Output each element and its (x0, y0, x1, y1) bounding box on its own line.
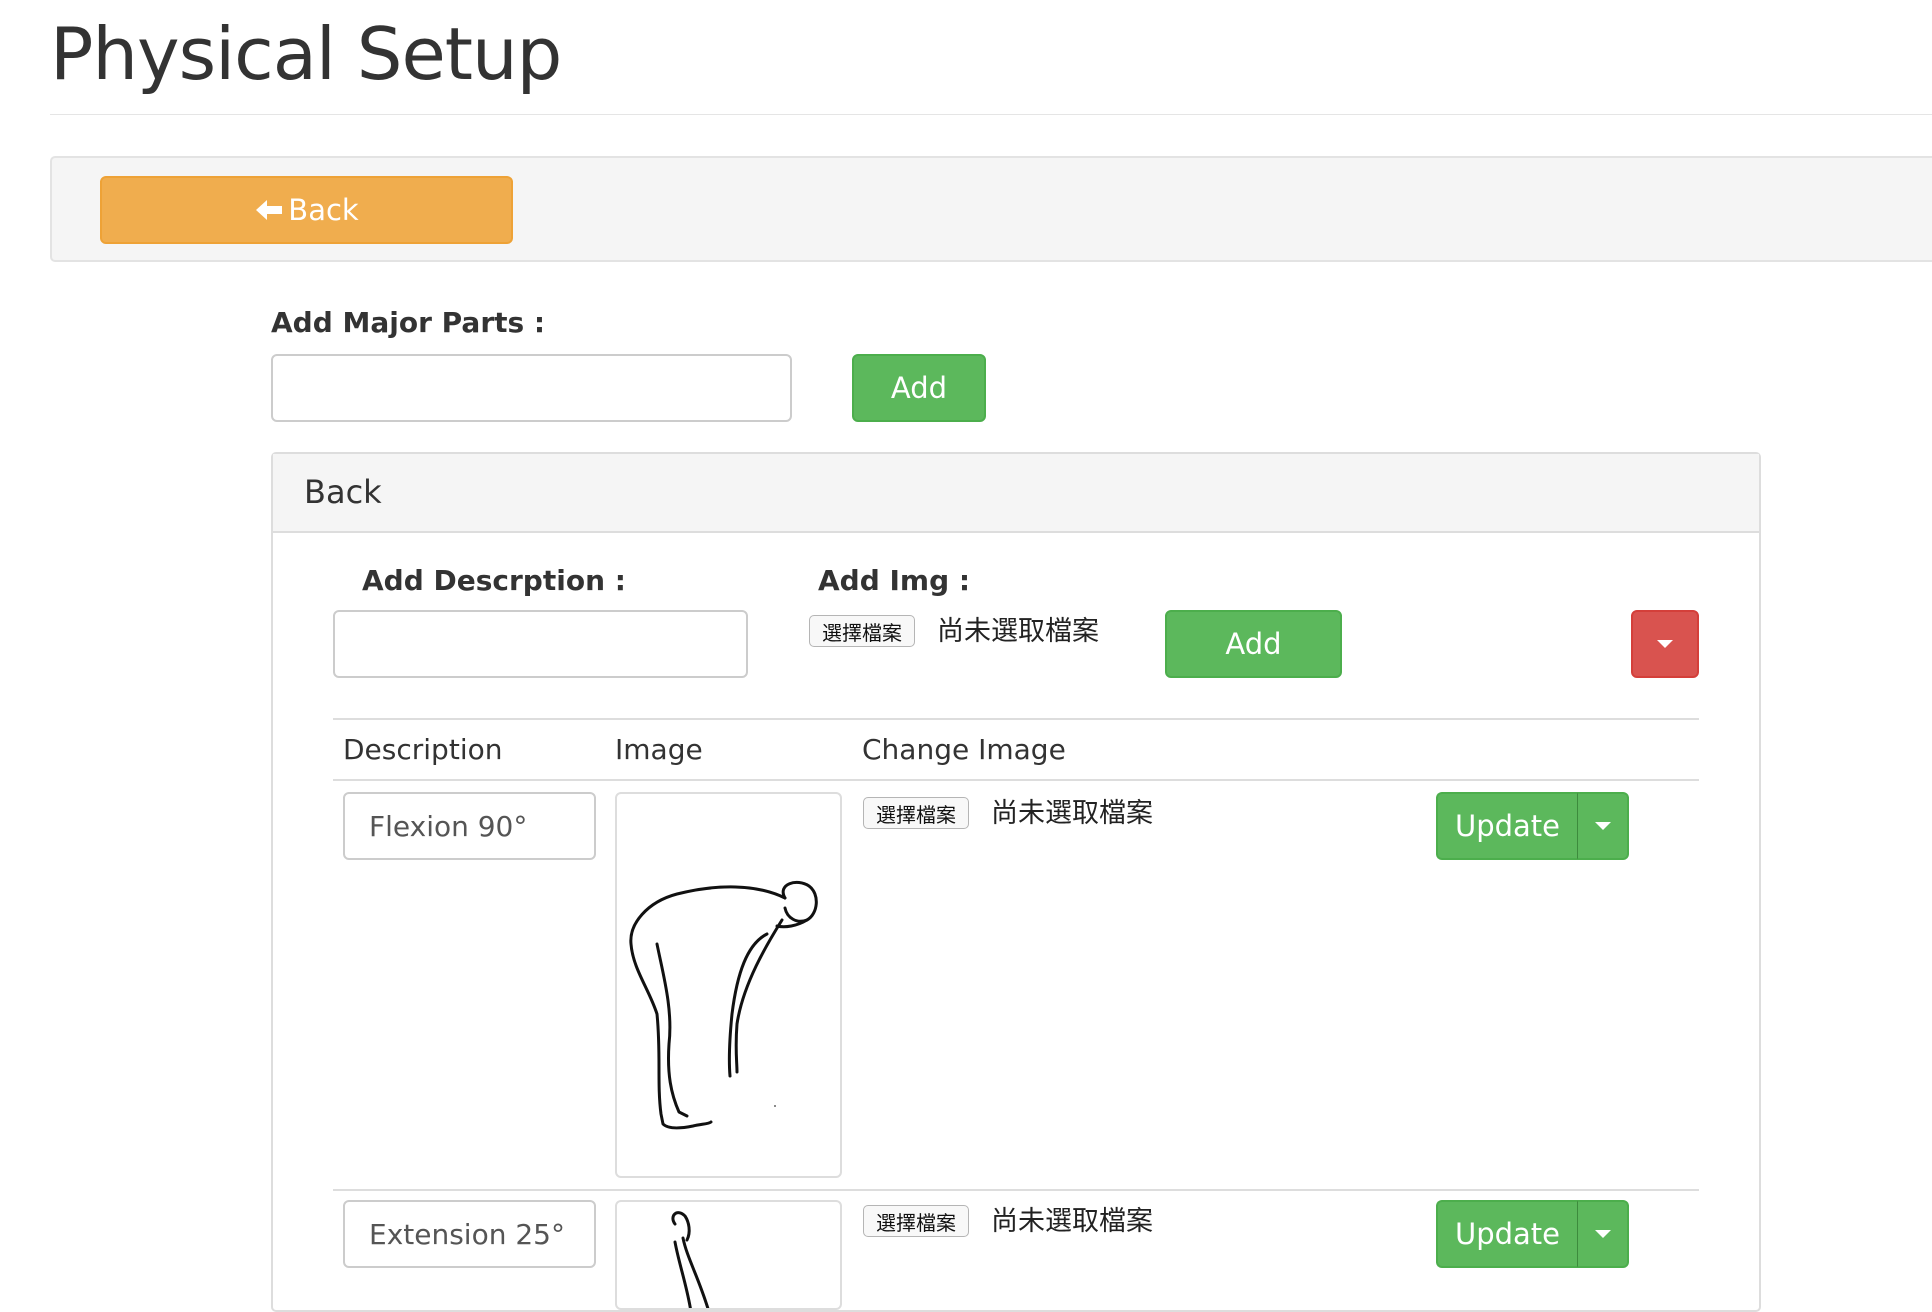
update-split-button: Update (1436, 792, 1629, 860)
col-header-change-image: Change Image (862, 733, 1066, 766)
title-divider (50, 114, 1932, 115)
add-img-label: Add Img : (818, 564, 971, 597)
update-button-label: Update (1454, 809, 1561, 843)
add-major-part-button[interactable]: Add (852, 354, 986, 422)
back-button-label: Back (288, 193, 359, 227)
table-header-rule (333, 779, 1699, 781)
add-description-button[interactable]: Add (1165, 610, 1342, 678)
row-divider (333, 1189, 1699, 1191)
delete-dropdown-button[interactable] (1631, 610, 1699, 678)
add-description-label: Add Descrption : (362, 564, 626, 597)
caret-down-icon (1594, 1230, 1611, 1238)
update-button[interactable]: Update (1436, 1200, 1578, 1268)
row-file-status: 尚未選取檔案 (991, 1206, 1153, 1237)
update-split-button: Update (1436, 1200, 1629, 1268)
row-file-status: 尚未選取檔案 (991, 798, 1153, 829)
update-button[interactable]: Update (1436, 792, 1578, 860)
caret-down-icon (1594, 822, 1611, 830)
col-header-image: Image (615, 733, 703, 766)
table-top-rule (333, 718, 1699, 720)
add-major-part-label: Add (890, 371, 948, 405)
arrow-left-icon (256, 200, 283, 220)
major-parts-input[interactable] (271, 354, 792, 422)
extension-figure-image (671, 1211, 710, 1308)
panel-title: Back (304, 473, 382, 511)
add-major-parts-label: Add Major Parts : (271, 306, 546, 339)
row-choose-file-button[interactable]: 選擇檔案 (863, 1205, 969, 1237)
row-description-input[interactable] (343, 792, 596, 860)
flexion-figure-image (629, 881, 818, 1130)
file-status: 尚未選取檔案 (937, 616, 1099, 647)
back-button[interactable]: Back (100, 176, 513, 244)
update-button-label: Update (1454, 1217, 1561, 1251)
choose-file-button[interactable]: 選擇檔案 (809, 615, 915, 647)
update-dropdown-toggle[interactable] (1578, 1200, 1629, 1268)
page-title: Physical Setup (50, 12, 562, 96)
col-header-description: Description (343, 733, 503, 766)
caret-down-icon (1657, 640, 1673, 648)
panel-heading: Back (273, 454, 1759, 533)
row-description-input[interactable] (343, 1200, 596, 1268)
row-image (615, 792, 842, 1178)
row-image (615, 1200, 842, 1310)
update-dropdown-toggle[interactable] (1578, 792, 1629, 860)
row-choose-file-button[interactable]: 選擇檔案 (863, 797, 969, 829)
add-description-label-text: Add (1225, 627, 1282, 661)
description-input[interactable] (333, 610, 748, 678)
